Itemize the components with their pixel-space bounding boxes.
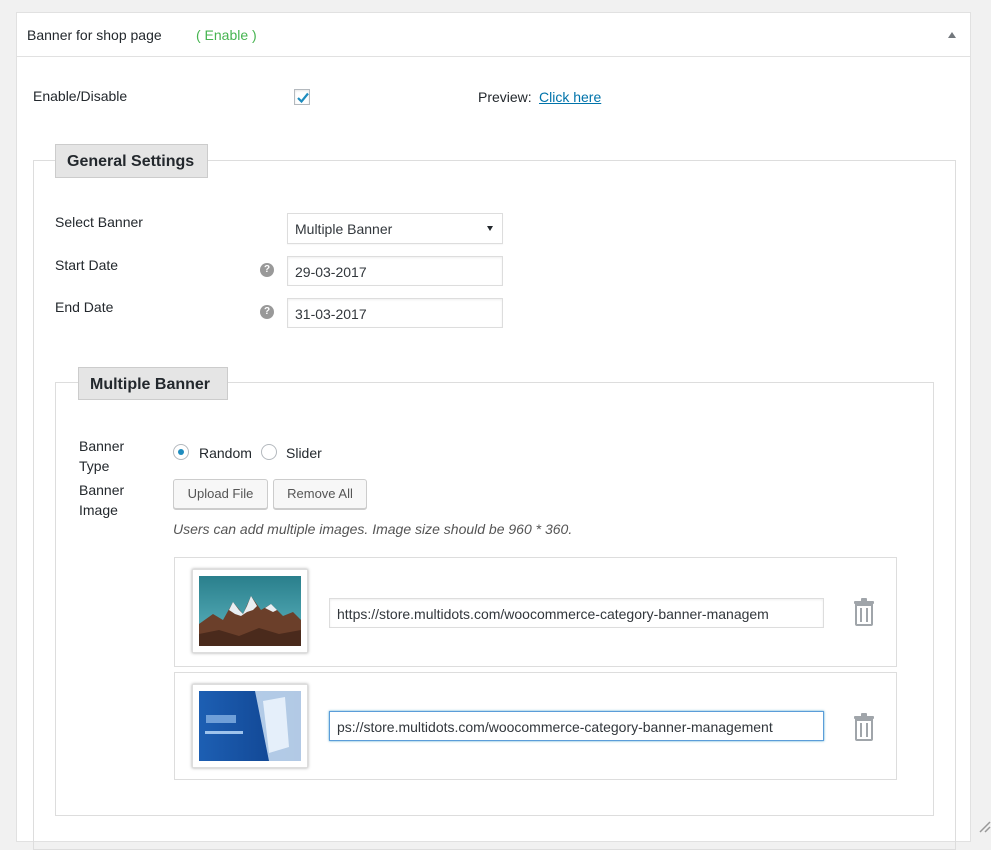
checkmark-icon: [297, 92, 309, 104]
upload-file-button[interactable]: Upload File: [173, 479, 268, 509]
radio-slider-label[interactable]: Slider: [286, 445, 322, 461]
end-date-input[interactable]: 31-03-2017: [287, 298, 503, 328]
radio-random-label[interactable]: Random: [199, 445, 252, 461]
image-url-input-2[interactable]: ps://store.multidots.com/woocommerce-cat…: [329, 711, 824, 741]
panel-header[interactable]: Banner for shop page ( Enable ): [17, 13, 970, 57]
end-date-help-icon[interactable]: ?: [260, 305, 274, 319]
banner-image-label: Banner Image: [79, 480, 124, 520]
radio-selected-dot: [178, 449, 184, 455]
banner-image-label-line2: Image: [79, 502, 118, 518]
banner-type-label-line1: Banner: [79, 438, 125, 454]
resize-handle-icon[interactable]: [977, 819, 991, 833]
start-date-input[interactable]: 29-03-2017: [287, 256, 503, 286]
remove-all-button[interactable]: Remove All: [273, 479, 367, 509]
radio-slider[interactable]: [261, 444, 277, 460]
banner-thumbnail-2: [192, 684, 308, 768]
banner-thumbnail-1: [192, 569, 308, 653]
trash-icon[interactable]: [852, 713, 876, 741]
select-banner-dropdown[interactable]: Multiple Banner: [287, 213, 503, 244]
general-settings-legend: General Settings: [55, 144, 208, 178]
trash-icon[interactable]: [852, 598, 876, 626]
select-banner-label: Select Banner: [55, 214, 143, 230]
multiple-banner-legend: Multiple Banner: [78, 367, 228, 400]
banner-type-label: Banner Type: [79, 436, 124, 476]
image-size-note: Users can add multiple images. Image siz…: [173, 521, 573, 537]
image-url-input-1[interactable]: https://store.multidots.com/woocommerce-…: [329, 598, 824, 628]
enable-checkbox[interactable]: [294, 89, 310, 105]
banner-type-label-line2: Type: [79, 458, 110, 474]
blue-banner-image: [199, 691, 301, 761]
enable-disable-label: Enable/Disable: [33, 88, 128, 104]
select-banner-value: Multiple Banner: [295, 221, 393, 237]
image-row: https://store.multidots.com/woocommerce-…: [174, 557, 897, 667]
banner-image-label-line1: Banner: [79, 482, 125, 498]
preview-label: Preview:: [478, 89, 532, 105]
image-row: ps://store.multidots.com/woocommerce-cat…: [174, 672, 897, 780]
banner-panel: Banner for shop page ( Enable ) Enable/D…: [16, 12, 971, 850]
panel-title: Banner for shop page: [27, 27, 162, 43]
preview-link[interactable]: Click here: [539, 89, 601, 105]
start-date-help-icon[interactable]: ?: [260, 263, 274, 277]
radio-random[interactable]: [173, 444, 189, 460]
start-date-label: Start Date: [55, 257, 119, 273]
dropdown-caret-icon: [487, 226, 493, 231]
panel-status: ( Enable ): [196, 27, 257, 43]
collapse-arrow-icon[interactable]: [948, 32, 956, 38]
end-date-label: End Date: [55, 299, 114, 315]
mountain-image: [199, 576, 301, 646]
